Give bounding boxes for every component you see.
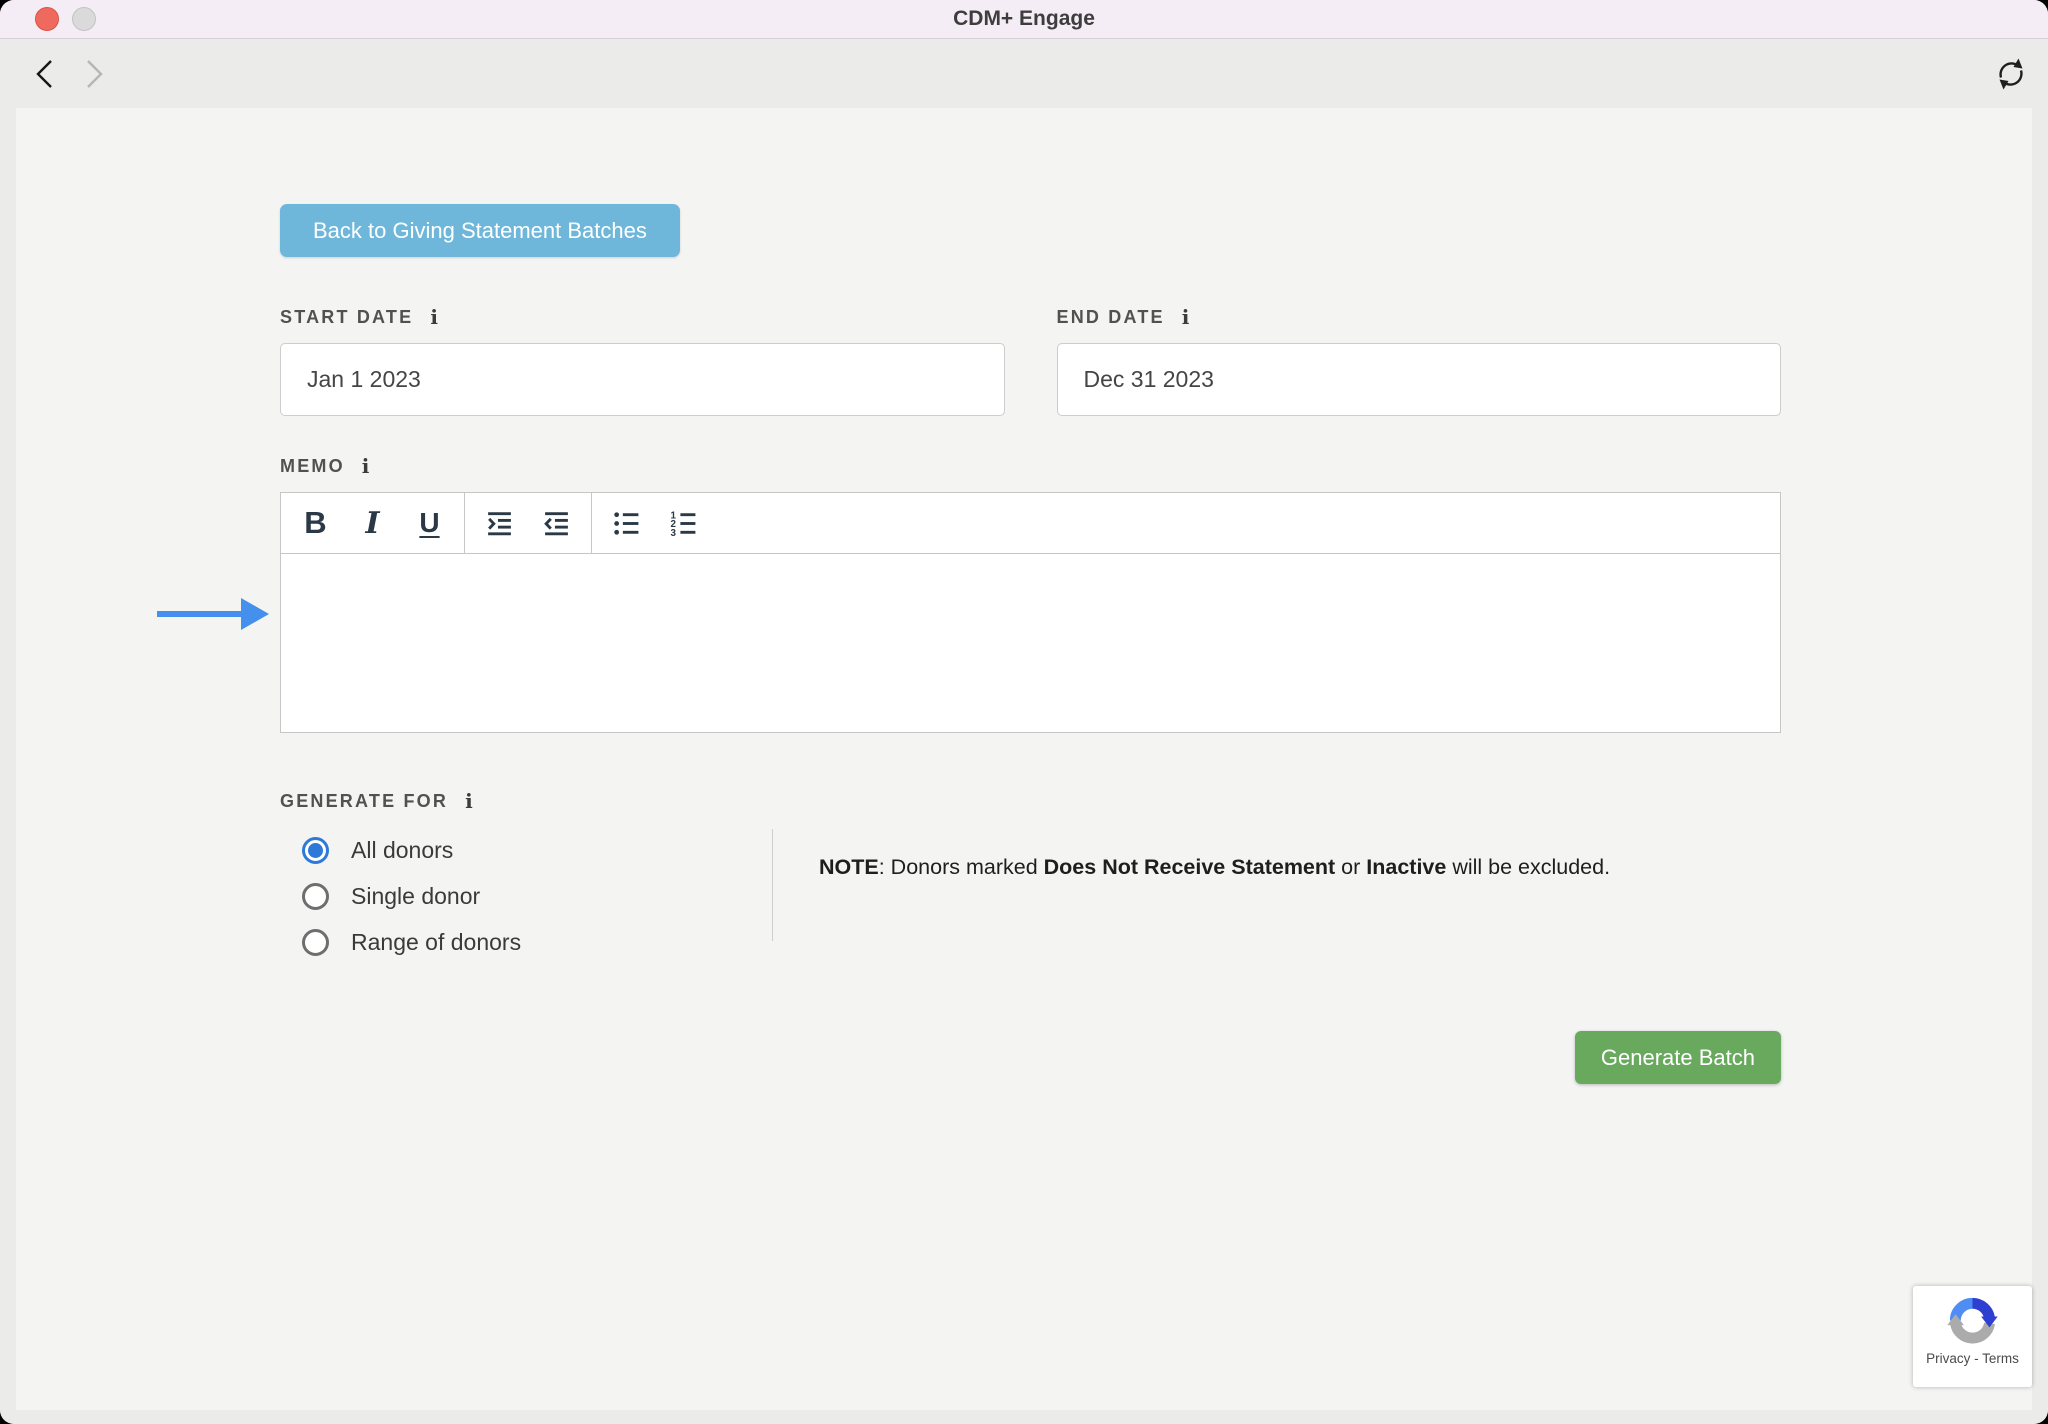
privacy-terms-link[interactable]: Privacy - Terms (1926, 1351, 2019, 1366)
recaptcha-icon (1945, 1293, 2000, 1348)
outdent-icon (542, 509, 571, 538)
radio-option-label: Range of donors (351, 929, 521, 956)
end-date-label: END DATE (1057, 307, 1165, 328)
annotation-arrow (157, 598, 269, 630)
generate-for-options: All donors Single donor Range of donors (280, 827, 772, 965)
start-date-input[interactable] (280, 343, 1005, 416)
titlebar: CDM+ Engage (0, 0, 2048, 39)
app-window: CDM+ Engage (0, 0, 2048, 1424)
memo-input[interactable] (281, 554, 1780, 732)
chevron-left-icon (31, 57, 61, 91)
radio-unselected-icon[interactable] (302, 883, 329, 910)
svg-text:3: 3 (671, 527, 677, 537)
outdent-button[interactable] (528, 493, 585, 553)
italic-button[interactable]: I (344, 493, 401, 553)
radio-selected-icon[interactable] (302, 837, 329, 864)
memo-toolbar: B I U (281, 493, 1780, 554)
underline-button[interactable]: U (401, 493, 458, 553)
generate-batch-button[interactable]: Generate Batch (1575, 1031, 1781, 1084)
nav-bar (0, 39, 2048, 108)
indent-icon (485, 509, 514, 538)
generate-for-label: GENERATE FOR (280, 791, 448, 812)
radio-option-range-of-donors[interactable]: Range of donors (280, 919, 772, 965)
memo-label: MEMO (280, 456, 345, 477)
chevron-right-icon (78, 57, 108, 91)
memo-editor: B I U (280, 492, 1781, 733)
numbered-list-icon: 1 2 3 (669, 509, 698, 538)
radio-option-label: Single donor (351, 883, 480, 910)
bold-button[interactable]: B (287, 493, 344, 553)
forward-nav-button[interactable] (77, 57, 109, 91)
refresh-button[interactable] (1991, 54, 2031, 94)
bullet-list-button[interactable] (598, 493, 655, 553)
memo-info-icon[interactable]: i (362, 454, 370, 478)
minimize-window-button[interactable] (72, 7, 96, 31)
numbered-list-button[interactable]: 1 2 3 (655, 493, 712, 553)
refresh-icon (1991, 54, 2031, 94)
traffic-lights (35, 0, 96, 38)
radio-option-label: All donors (351, 837, 453, 864)
radio-unselected-icon[interactable] (302, 929, 329, 956)
close-window-button[interactable] (35, 7, 59, 31)
content-panel: Back to Giving Statement Batches START D… (16, 108, 2032, 1410)
generate-for-info-icon[interactable]: i (465, 789, 473, 813)
start-date-info-icon[interactable]: i (430, 305, 438, 329)
window-title: CDM+ Engage (953, 7, 1095, 31)
start-date-label: START DATE (280, 307, 413, 328)
end-date-info-icon[interactable]: i (1182, 305, 1190, 329)
radio-option-all-donors[interactable]: All donors (280, 827, 772, 873)
recaptcha-badge[interactable]: Privacy - Terms (1913, 1286, 2032, 1387)
end-date-input[interactable] (1057, 343, 1782, 416)
note-text: NOTE: Donors marked Does Not Receive Sta… (773, 827, 1610, 965)
main-area: Back to Giving Statement Batches START D… (0, 108, 2048, 1424)
back-to-giving-statement-batches-button[interactable]: Back to Giving Statement Batches (280, 204, 680, 257)
back-nav-button[interactable] (30, 57, 62, 91)
bullet-list-icon (612, 509, 641, 538)
indent-button[interactable] (471, 493, 528, 553)
radio-option-single-donor[interactable]: Single donor (280, 873, 772, 919)
